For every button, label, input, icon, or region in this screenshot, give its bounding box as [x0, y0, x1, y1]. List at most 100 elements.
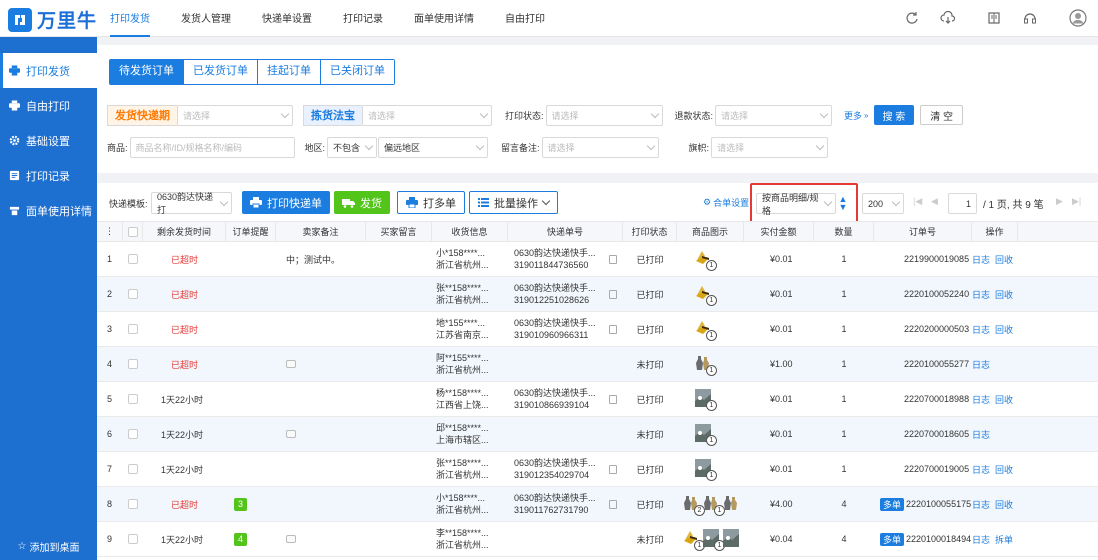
seller-memo-cell[interactable]	[276, 347, 366, 381]
page-size-select[interactable]: 200	[862, 193, 904, 214]
goods-thumbnail[interactable]: 1	[695, 424, 717, 446]
region-value-select[interactable]: 偏远地区	[378, 136, 489, 158]
memo-icon[interactable]	[286, 430, 296, 438]
select-all-checkbox[interactable]	[127, 226, 138, 237]
operation-link[interactable]: 日志	[972, 393, 990, 406]
user-icon[interactable]	[1068, 8, 1088, 28]
seller-memo-cell[interactable]	[276, 452, 366, 486]
row-checkbox[interactable]	[128, 499, 138, 509]
page-number-input[interactable]: 1	[948, 193, 977, 214]
sidebar-item[interactable]: 基础设置	[0, 123, 97, 158]
cloud-download-icon[interactable]	[938, 8, 958, 28]
seller-memo-cell[interactable]	[276, 522, 366, 556]
goods-thumbnail[interactable]	[723, 494, 741, 514]
table-row[interactable]: 1 已超时 中；测试中。 小*158****... 浙江省杭州... 0630韵达快递快手…	[97, 242, 1098, 277]
table-row[interactable]: 7 1天22小时 张**158****... 浙江省杭州... 0630韵达快递快手..…	[97, 452, 1098, 487]
row-checkbox[interactable]	[128, 429, 138, 439]
operation-link[interactable]: 日志	[972, 323, 990, 336]
operation-link[interactable]: 日志	[972, 533, 990, 546]
topnav-item[interactable]: 自由打印	[505, 0, 545, 37]
receiver-info-cell[interactable]: 邱**158****... 上海市辖区...	[432, 417, 508, 451]
search-button[interactable]: 搜 索	[873, 105, 915, 125]
refresh-icon[interactable]	[902, 8, 922, 28]
receiver-info-cell[interactable]: 小*158****... 浙江省杭州...	[432, 242, 508, 276]
operation-link[interactable]: 拆单	[995, 533, 1013, 546]
receiver-info-cell[interactable]: 地*155****... 江苏省南京...	[432, 312, 508, 346]
copy-icon[interactable]	[609, 394, 617, 404]
print-status-select[interactable]: 请选择	[545, 104, 663, 126]
receiver-info-cell[interactable]: 张**158****... 浙江省杭州...	[432, 452, 508, 486]
headset-icon[interactable]	[1020, 8, 1040, 28]
goods-thumbnail[interactable]: 1	[695, 249, 717, 271]
more-filters-link[interactable]: 更多	[844, 109, 862, 122]
refund-status-select[interactable]: 请选择	[715, 104, 833, 126]
sidebar-item[interactable]: 打印发货	[0, 53, 97, 88]
operation-link[interactable]: 回收	[995, 323, 1013, 336]
row-checkbox[interactable]	[128, 289, 138, 299]
copy-icon[interactable]	[609, 254, 617, 264]
sidebar-item[interactable]: 面单使用详情	[0, 193, 97, 228]
receiver-info-cell[interactable]: 李**158****... 浙江省杭州...	[432, 522, 508, 556]
goods-thumbnail[interactable]: 1	[683, 529, 705, 551]
table-row[interactable]: 3 已超时 地*155****... 江苏省南京... 0630韵达快递快手... 319…	[97, 312, 1098, 347]
order-tab[interactable]: 已关闭订单	[321, 60, 394, 84]
book-icon[interactable]	[984, 8, 1004, 28]
seller-memo-cell[interactable]: 中；测试中。	[276, 242, 366, 276]
seller-memo-cell[interactable]	[276, 417, 366, 451]
topnav-item[interactable]: 打印发货	[110, 0, 150, 37]
goods-thumbnail[interactable]: 1	[695, 459, 717, 481]
goods-input[interactable]: 商品名称/ID/规格名称/编码	[129, 136, 295, 158]
copy-icon[interactable]	[609, 324, 617, 334]
goods-thumbnail[interactable]: 1	[703, 494, 725, 516]
sort-order-toggle[interactable]: ▲ ▼	[839, 195, 848, 212]
sidebar-item[interactable]: 自由打印	[0, 88, 97, 123]
ship-button[interactable]: 发货	[334, 191, 390, 214]
operation-link[interactable]: 回收	[995, 393, 1013, 406]
receiver-info-cell[interactable]: 阿**155****... 浙江省杭州...	[432, 347, 508, 381]
order-tab[interactable]: 待发货订单	[110, 60, 184, 84]
operation-link[interactable]: 日志	[972, 253, 990, 266]
topnav-item[interactable]: 发货人管理	[181, 0, 231, 37]
add-to-desktop-button[interactable]: ☆ 添加到桌面	[0, 539, 97, 554]
row-checkbox[interactable]	[128, 359, 138, 369]
row-checkbox[interactable]	[128, 534, 138, 544]
operation-link[interactable]: 日志	[972, 358, 990, 371]
seller-memo-cell[interactable]	[276, 382, 366, 416]
template-select[interactable]: 0630韵达快递打	[151, 192, 232, 215]
copy-icon[interactable]	[609, 464, 617, 474]
batch-operations-button[interactable]: 批量操作	[469, 191, 558, 214]
table-row[interactable]: 4 已超时 阿**155****... 浙江省杭州... 未打印 1 ¥1.00 1 22201…	[97, 347, 1098, 382]
row-checkbox[interactable]	[128, 464, 138, 474]
next-page-icon[interactable]: ▶	[1056, 196, 1063, 207]
copy-icon[interactable]	[609, 289, 617, 299]
topnav-item[interactable]: 快递单设置	[262, 0, 312, 37]
pick-method-select[interactable]: 请选择	[362, 104, 492, 126]
operation-link[interactable]: 回收	[995, 498, 1013, 511]
prev-page-icon[interactable]: ◀	[931, 196, 938, 207]
operation-link[interactable]: 回收	[995, 463, 1013, 476]
row-checkbox[interactable]	[128, 254, 138, 264]
ship-deadline-select[interactable]: 请选择	[177, 104, 293, 126]
seller-memo-cell[interactable]	[276, 487, 366, 521]
row-checkbox[interactable]	[128, 394, 138, 404]
goods-thumbnail[interactable]	[723, 529, 741, 549]
region-mode-select[interactable]: 不包含	[327, 136, 378, 158]
first-page-icon[interactable]: |◀	[913, 196, 922, 207]
seller-memo-cell[interactable]	[276, 277, 366, 311]
operation-link[interactable]: 日志	[972, 288, 990, 301]
operation-link[interactable]: 日志	[972, 463, 990, 476]
order-tab[interactable]: 已发货订单	[184, 60, 258, 84]
clear-button[interactable]: 清 空	[920, 105, 964, 125]
seller-memo-cell[interactable]	[276, 312, 366, 346]
goods-thumbnail[interactable]: 1	[695, 284, 717, 306]
copy-icon[interactable]	[609, 499, 617, 509]
print-waybill-button[interactable]: 打印快递单	[242, 191, 330, 214]
topnav-item[interactable]: 面单使用详情	[414, 0, 474, 37]
goods-thumbnail[interactable]: 1	[695, 319, 717, 341]
table-row[interactable]: 9 1天22小时 4 李**158****... 浙江省杭州... 未打印 1 1 ¥0.04 4…	[97, 522, 1098, 557]
operation-link[interactable]: 日志	[972, 498, 990, 511]
sidebar-item[interactable]: 打印记录	[0, 158, 97, 193]
table-row[interactable]: 6 1天22小时 邱**158****... 上海市辖区... 未打印 1 ¥0.01 1 22…	[97, 417, 1098, 452]
operation-link[interactable]: 回收	[995, 288, 1013, 301]
table-row[interactable]: 5 1天22小时 杨**158****... 江西省上饶... 0630韵达快递快手..…	[97, 382, 1098, 417]
